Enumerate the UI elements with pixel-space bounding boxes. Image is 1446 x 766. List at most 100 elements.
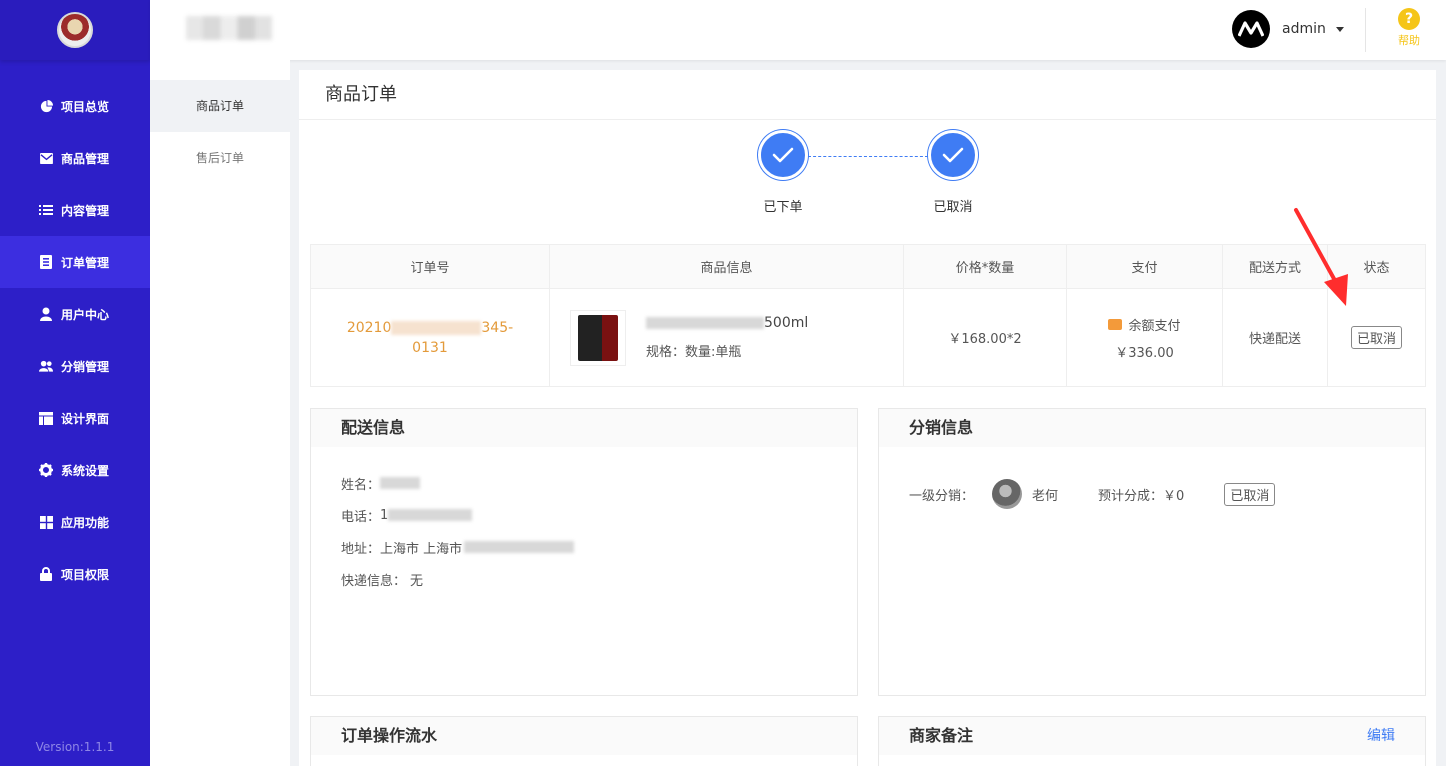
product-image (578, 314, 618, 361)
col-goods-info: 商品信息 (549, 244, 904, 289)
price-qty-cell: ￥168.00*2 (903, 288, 1067, 387)
user-icon (39, 307, 53, 321)
sidebar-item-label: 订单管理 (61, 255, 110, 270)
panel-title: 商家备注 编辑 (879, 717, 1425, 755)
distribution-panel: 分销信息 一级分销： 老何 预计分成： ￥0 已取消 (878, 408, 1426, 696)
col-price-qty: 价格*数量 (903, 244, 1067, 289)
sidebar-item-permissions[interactable]: 项目权限 (0, 548, 150, 600)
lock-icon (39, 567, 53, 581)
user-name: admin (1282, 21, 1326, 37)
goods-info: 500ml 规格：数量:单瓶 (550, 309, 903, 366)
commission-value: ￥0 (1163, 488, 1185, 504)
pay-method: 余额支付 (1067, 315, 1222, 334)
page-title: 商品订单 (299, 70, 1436, 120)
chevron-down-icon (1335, 26, 1344, 32)
sidebar: 项目总览 商品管理 内容管理 订单管理 用户中心 分销管理 设计界面 系统设置 (0, 0, 150, 766)
list-icon (39, 203, 53, 217)
check-icon (928, 130, 978, 180)
check-icon (758, 130, 808, 180)
subnav-item-goods-orders[interactable]: 商品订单 (150, 80, 290, 132)
wallet-icon (1108, 318, 1123, 330)
sidebar-item-settings[interactable]: 系统设置 (0, 444, 150, 496)
redacted-text (464, 541, 575, 553)
distribution-row: 一级分销： 老何 预计分成： ￥0 已取消 (909, 479, 1395, 509)
sidebar-item-goods[interactable]: 商品管理 (0, 132, 150, 184)
sidebar-item-label: 设计界面 (61, 411, 110, 426)
brand-logo[interactable] (57, 12, 93, 48)
redacted-text (380, 477, 421, 489)
mail-icon (39, 151, 53, 165)
order-table: 订单号 商品信息 价格*数量 支付 配送方式 状态 20210 345- 0131… (310, 244, 1426, 387)
sidebar-item-label: 系统设置 (61, 463, 110, 478)
panel-title: 订单操作流水 (311, 717, 857, 755)
step-connector (808, 156, 928, 157)
recipient-address: 地址： 上海市 上海市 (341, 531, 827, 563)
logo-area (0, 0, 150, 60)
recipient-name: 姓名： (341, 467, 827, 499)
sidebar-item-label: 商品管理 (61, 151, 110, 166)
sidebar-item-label: 应用功能 (61, 515, 110, 530)
divider (1365, 8, 1366, 52)
sidebar-item-overview[interactable]: 项目总览 (0, 80, 150, 132)
question-icon: ? (1398, 8, 1420, 30)
sidebar-item-label: 项目权限 (61, 567, 110, 582)
sub-nav: 商品订单 售后订单 (150, 60, 290, 766)
goods-name: 500ml (646, 315, 808, 331)
table-row: 20210 345- 0131 500ml 规格：数量:单瓶 ￥168.00*2 … (310, 288, 1426, 387)
step-label: 已下单 (763, 200, 803, 215)
delivery-panel: 配送信息 姓名： 电话： 1 地址： 上海市 上海市 快递信息：无 (310, 408, 858, 696)
panel-title: 分销信息 (879, 409, 1425, 447)
redacted-text (388, 509, 473, 521)
delivery-body: 姓名： 电话： 1 地址： 上海市 上海市 快递信息：无 (311, 447, 857, 615)
user-menu[interactable]: admin (1232, 10, 1344, 48)
merchant-remark-panel: 商家备注 编辑 (878, 716, 1426, 766)
sidebar-item-apps[interactable]: 应用功能 (0, 496, 150, 548)
layout-icon (39, 411, 53, 425)
users-icon (39, 359, 53, 373)
status-badge: 已取消 (1350, 326, 1402, 349)
sidebar-item-orders[interactable]: 订单管理 (0, 236, 150, 288)
top-bar: admin ? 帮助 (150, 0, 1446, 60)
step-placed: 已下单 (743, 130, 823, 215)
grid-icon (39, 515, 53, 529)
product-thumbnail[interactable] (570, 309, 626, 366)
sidebar-item-label: 项目总览 (61, 99, 110, 114)
sidebar-item-users[interactable]: 用户中心 (0, 288, 150, 340)
status-badge: 已取消 (1224, 482, 1276, 506)
sidebar-nav: 项目总览 商品管理 内容管理 订单管理 用户中心 分销管理 设计界面 系统设置 (0, 80, 150, 600)
sidebar-item-label: 用户中心 (61, 307, 110, 322)
version-label: Version:1.1.1 (35, 740, 115, 754)
col-order-no: 订单号 (310, 244, 550, 289)
order-no-cell: 20210 345- 0131 (310, 288, 550, 387)
subnav-item-aftersale-orders[interactable]: 售后订单 (150, 132, 290, 184)
edit-remark-link[interactable]: 编辑 (1367, 717, 1395, 755)
goods-cell: 500ml 规格：数量:单瓶 (549, 288, 904, 387)
redacted-text (646, 317, 764, 329)
sidebar-item-label: 分销管理 (61, 359, 110, 374)
sidebar-item-design[interactable]: 设计界面 (0, 392, 150, 444)
redacted-text (391, 320, 482, 335)
main-card: 商品订单 已下单 已取消 订单号 商品信息 价格*数量 支付 配送方式 状态 2… (299, 70, 1436, 766)
help-label: 帮助 (1398, 34, 1420, 47)
sidebar-item-content[interactable]: 内容管理 (0, 184, 150, 236)
order-number[interactable]: 20210 345- 0131 (311, 318, 549, 358)
panel-title: 配送信息 (311, 409, 857, 447)
annotation-arrow-icon (1294, 208, 1348, 306)
brand-m-icon (1238, 21, 1264, 37)
sidebar-item-distribution[interactable]: 分销管理 (0, 340, 150, 392)
recipient-phone: 电话： 1 (341, 499, 827, 531)
document-icon (39, 255, 53, 269)
table-header-row: 订单号 商品信息 价格*数量 支付 配送方式 状态 (310, 244, 1426, 289)
step-label: 已取消 (933, 200, 973, 215)
payment-cell: 余额支付 ￥336.00 (1066, 288, 1223, 387)
brand-name-redacted (186, 16, 272, 40)
pay-amount: ￥336.00 (1115, 345, 1174, 361)
col-payment: 支付 (1066, 244, 1223, 289)
help-button[interactable]: ? 帮助 (1394, 8, 1424, 48)
distribution-body: 一级分销： 老何 预计分成： ￥0 已取消 (879, 447, 1425, 529)
gear-icon (39, 463, 53, 477)
step-cancelled: 已取消 (913, 130, 993, 215)
express-info: 快递信息：无 (341, 573, 424, 589)
pie-chart-icon (39, 99, 53, 113)
order-flow-panel: 订单操作流水 (310, 716, 858, 766)
